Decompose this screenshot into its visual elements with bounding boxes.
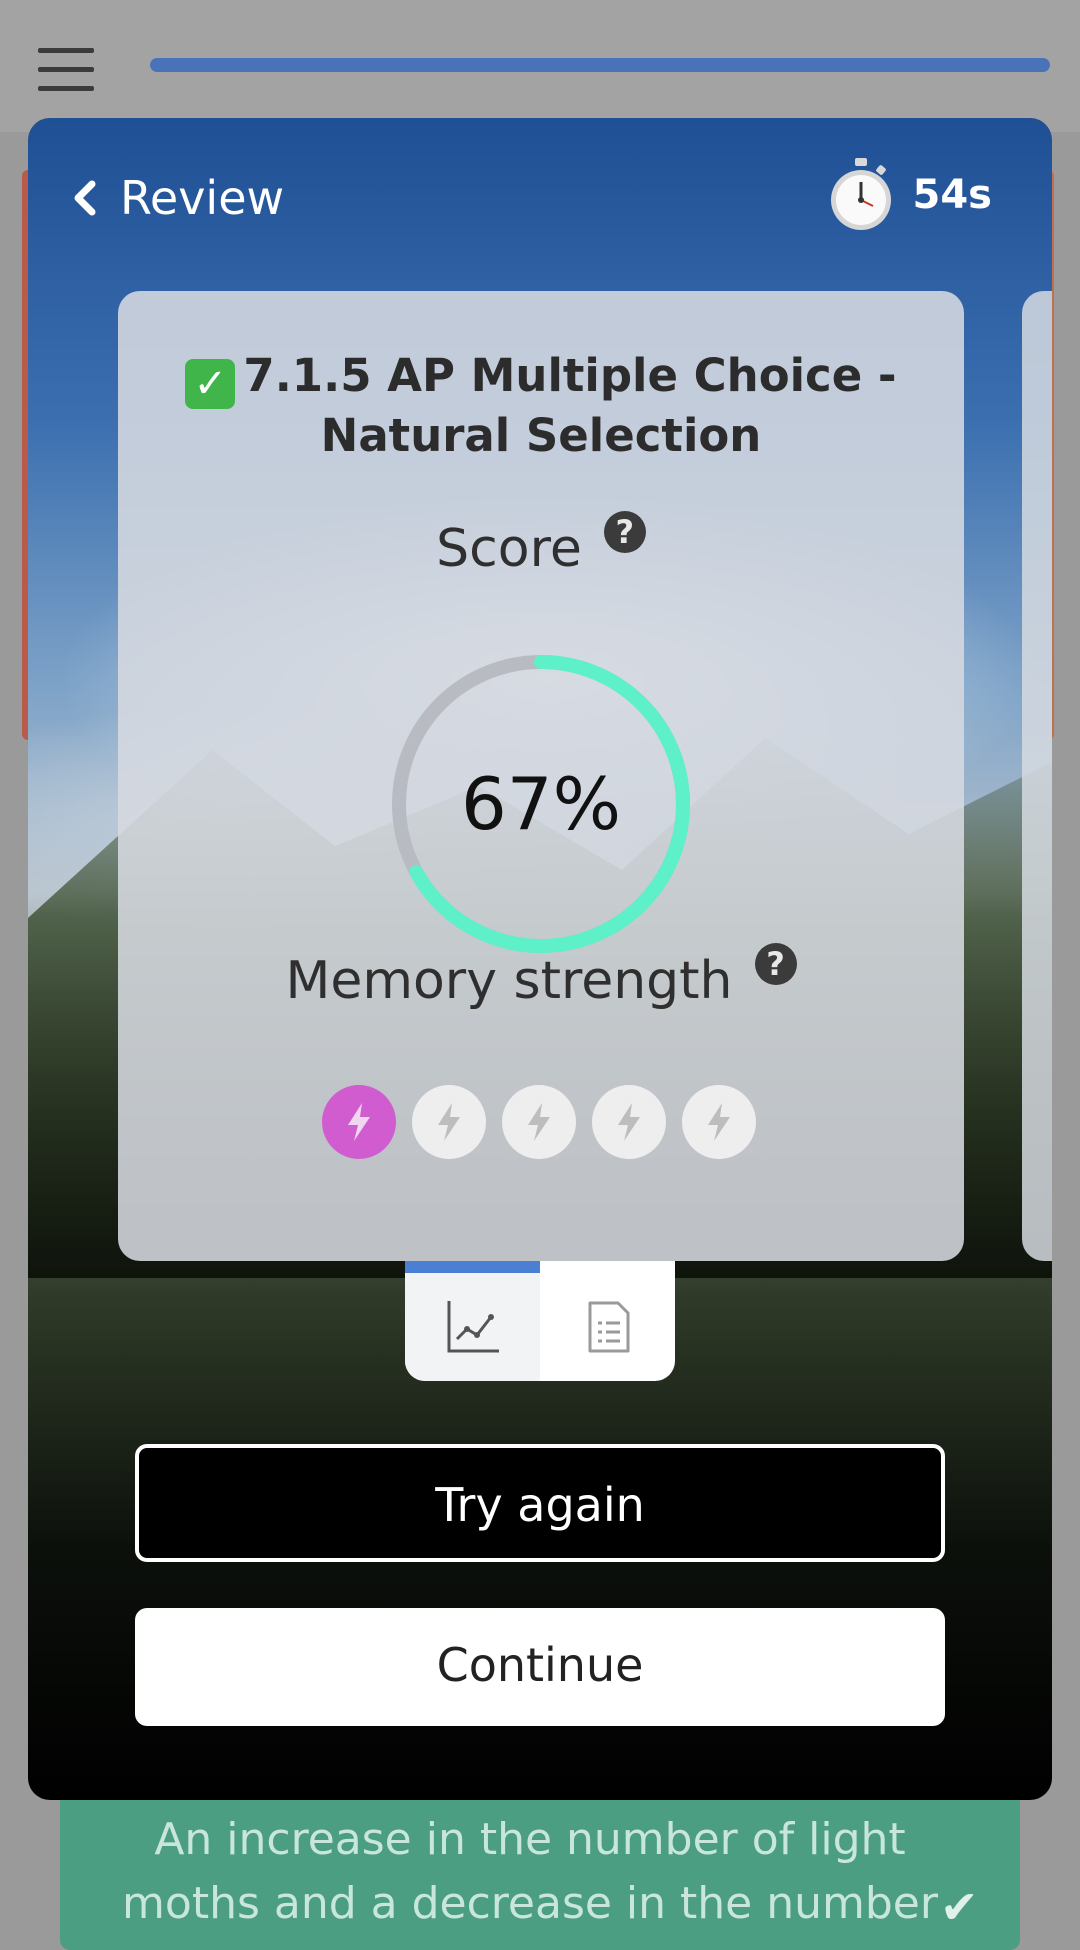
results-modal: Review 54s ✓ 7.1.5 AP Multiple Choice - N… bbox=[28, 118, 1052, 1800]
document-list-icon bbox=[588, 1301, 629, 1353]
chevron-left-icon bbox=[74, 180, 96, 216]
lightning-icon bbox=[618, 1103, 640, 1141]
review-back-button[interactable]: Review bbox=[72, 158, 284, 238]
tab-chart[interactable] bbox=[405, 1261, 540, 1381]
score-label: Score bbox=[436, 519, 582, 579]
memory-strength-label: Memory strength bbox=[285, 951, 733, 1011]
lesson-progress-bar bbox=[150, 58, 1050, 72]
lightning-icon bbox=[348, 1103, 370, 1141]
memory-strength-meter bbox=[322, 1085, 756, 1159]
check-mark-icon: ✓ bbox=[185, 359, 236, 409]
memory-bolt bbox=[502, 1085, 576, 1159]
check-mark-icon: ✔ bbox=[940, 1880, 979, 1934]
score-value: 67% bbox=[460, 762, 622, 846]
timer-value: 54s bbox=[912, 172, 992, 218]
quiz-title: ✓ 7.1.5 AP Multiple Choice - Natural Sele… bbox=[178, 349, 904, 463]
timer: 54s bbox=[829, 150, 992, 240]
hamburger-icon[interactable] bbox=[38, 48, 94, 92]
stopwatch-icon bbox=[830, 158, 891, 230]
answer-option-text: An increase in the number of light moths… bbox=[122, 1814, 938, 1929]
lightning-icon bbox=[438, 1103, 460, 1141]
view-tabs bbox=[405, 1261, 675, 1381]
lesson-progress-fill bbox=[150, 58, 1050, 72]
tab-list[interactable] bbox=[540, 1261, 675, 1381]
memory-bolt bbox=[592, 1085, 666, 1159]
score-ring: 67% bbox=[386, 649, 696, 959]
next-card-peek bbox=[1022, 291, 1052, 1261]
help-icon[interactable]: ? bbox=[754, 943, 797, 985]
score-panel: ✓ 7.1.5 AP Multiple Choice - Natural Sele… bbox=[118, 291, 964, 1261]
lightning-icon bbox=[528, 1103, 550, 1141]
memory-bolt bbox=[412, 1085, 486, 1159]
continue-button[interactable]: Continue bbox=[135, 1608, 945, 1726]
help-icon[interactable]: ? bbox=[603, 511, 646, 553]
score-label-row: Score? bbox=[118, 511, 964, 579]
lightning-icon bbox=[708, 1103, 730, 1141]
line-chart-icon bbox=[447, 1301, 499, 1353]
top-bar bbox=[0, 0, 1080, 132]
memory-bolt bbox=[682, 1085, 756, 1159]
quiz-title-text: 7.1.5 AP Multiple Choice - Natural Selec… bbox=[243, 349, 897, 462]
memory-bolt bbox=[322, 1085, 396, 1159]
try-again-button[interactable]: Try again bbox=[135, 1444, 945, 1562]
review-label: Review bbox=[120, 171, 285, 225]
memory-label-row: Memory strength? bbox=[118, 943, 964, 1011]
